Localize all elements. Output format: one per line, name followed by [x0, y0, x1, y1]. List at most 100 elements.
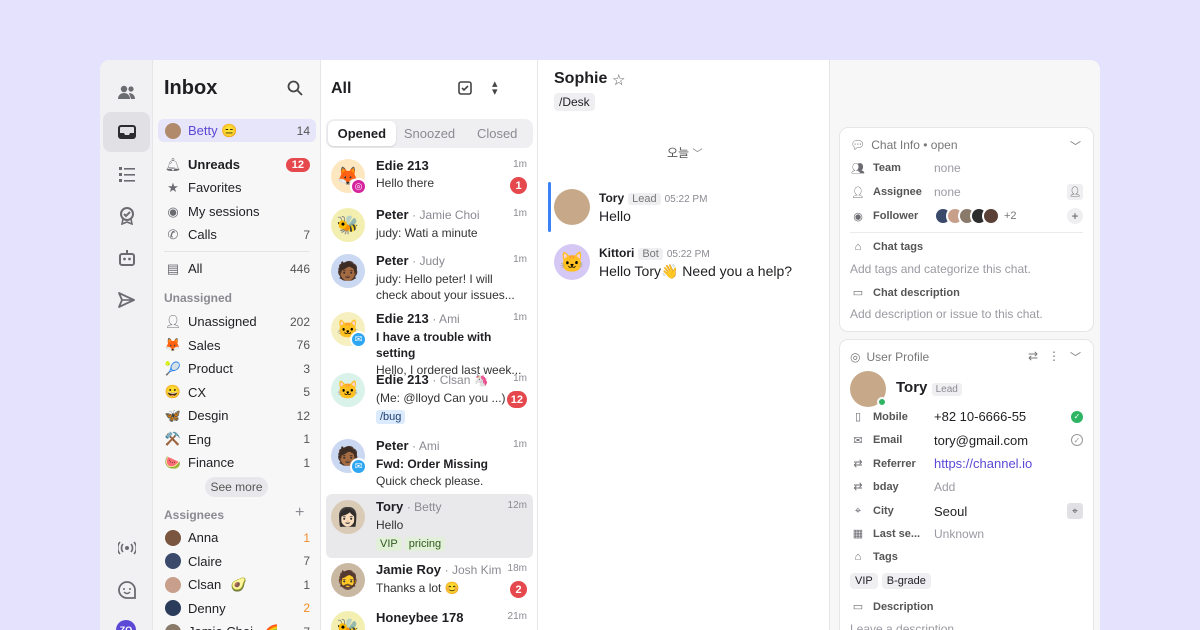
profile-row-bday[interactable]: ⇄ bday Add [850, 480, 1083, 494]
sidebar-item-label: Unreads [188, 157, 241, 172]
sidebar-item-group[interactable]: 👤︎ Unassigned 202 [158, 310, 316, 333]
tab-snoozed[interactable]: Snoozed [396, 121, 464, 146]
follower-row[interactable]: ◉ Follower +2 + [850, 207, 1083, 225]
conversation-item[interactable]: 🐝 Peter · Jamie Choi 1m judy: Wati a minute [326, 202, 533, 246]
conversation-preview: judy: Hello peter! I will check about yo… [376, 272, 515, 302]
inbox-sidebar: Inbox Betty 😑 14 🔔︎ Unreads 12 ★ Favorit… [153, 60, 321, 630]
sidebar-item-group[interactable]: 🦊 Sales 76 [158, 334, 316, 357]
send-icon[interactable] [103, 280, 150, 320]
conversation-assignee: · Betty [406, 500, 442, 514]
chevron-down-icon[interactable]: ﹀ [1070, 138, 1081, 154]
sidebar-item-group[interactable]: ⚒️ Eng 1 [158, 428, 316, 451]
sidebar-item-assignee[interactable]: Anna 1 [158, 526, 316, 549]
follower-avatar [982, 207, 1000, 225]
tab-closed[interactable]: Closed [463, 121, 531, 146]
conversation-time: 1m [513, 159, 527, 170]
profile-row-lastse[interactable]: ▦ Last se... Unknown [850, 527, 1083, 541]
conversation-item[interactable]: 🧑🏾 ✉ Peter · Ami 1m Fwd: Order Missing Quick … [326, 433, 533, 491]
sidebar-item-count: 3 [303, 361, 310, 376]
avatar: 🐱 [331, 373, 365, 407]
profile-row-referrer[interactable]: ⇄ Referrer https://channel.io [850, 456, 1083, 471]
field-label: City [873, 505, 894, 517]
sidebar-item-assignee[interactable]: Claire 7 [158, 550, 316, 573]
inbox-icon[interactable] [103, 112, 150, 152]
sidebar-item-group[interactable]: 😀 CX 5 [158, 381, 316, 404]
date-divider[interactable]: 오늘 ﹀ [667, 144, 702, 161]
chat-tags-input[interactable]: Add tags and categorize this chat. [850, 262, 1031, 276]
star-icon[interactable]: ☆ [612, 71, 625, 89]
sidebar-item-group[interactable]: 🎾 Product 3 [158, 357, 316, 380]
chat-info-icon: 💬︎ [850, 138, 866, 152]
badge-check-icon[interactable] [103, 196, 150, 236]
bot-icon[interactable] [103, 238, 150, 278]
chat-panel: Sophie ☆ /Desk 오늘 ﹀ Tory Lead 05:22 PM Hel… [538, 60, 830, 630]
conversation-item[interactable]: 🦊 ◎ Edie 213 1m Hello there 1 [326, 153, 533, 199]
conversation-item[interactable]: 🧑🏾 Peter · Judy 1m judy: Hello peter! I wil… [326, 248, 533, 304]
desk-tag[interactable]: /Desk [554, 93, 595, 111]
conversation-name: Peter [376, 207, 409, 222]
chevron-down-icon[interactable]: ﹀ [1070, 349, 1081, 365]
sidebar-item-calls[interactable]: ✆ Calls 7 [158, 223, 316, 246]
select-checkbox-icon[interactable] [458, 81, 472, 100]
sidebar-item-assignee[interactable]: Denny 2 [158, 597, 316, 620]
sidebar-item-favorites[interactable]: ★ Favorites [158, 176, 316, 199]
profile-row-email[interactable]: ✉ Email tory@gmail.com ✓ [850, 433, 1083, 448]
sort-icon[interactable]: ▴ ▾ [492, 79, 498, 98]
unread-marker [548, 182, 551, 232]
assign-user-icon[interactable]: 👤︎ [1067, 184, 1083, 200]
phone-icon: ✆ [167, 226, 179, 242]
sidebar-item-label: Sales [188, 337, 221, 353]
field-label: Last se... [873, 527, 921, 540]
list-icon[interactable] [103, 154, 150, 194]
help-chat-icon[interactable] [103, 570, 150, 610]
card-header: User Profile [866, 350, 930, 364]
assignees-section-header: Assignees [164, 508, 225, 522]
broadcast-icon[interactable] [103, 528, 150, 568]
conversation-preview: Fwd: Order Missing [376, 457, 489, 471]
sidebar-item-assignee[interactable]: Jamie Choi 🌈 7 [158, 620, 316, 630]
sender-type-badge: Lead [628, 193, 661, 205]
unread-count-badge: 12 [506, 391, 527, 408]
conversation-assignee: · Judy [412, 254, 445, 268]
tab-opened[interactable]: Opened [328, 121, 396, 146]
sidebar-item-my-inbox[interactable]: Betty 😑 14 [158, 119, 316, 142]
conversation-item[interactable]: 🧔 Jamie Roy · Josh Kim 18m Thanks a lot 😊 2 [326, 557, 533, 603]
contacts-icon[interactable] [103, 72, 150, 112]
conversation-item[interactable]: 🐱 Edie 213 · Clsan 🦄 1m (Me: @lloyd Can you… [326, 367, 533, 431]
profile-row-mobile[interactable]: ▯ Mobile +82 10-6666-55 ✓ [850, 409, 1083, 424]
field-value[interactable]: https://channel.io [934, 456, 1083, 471]
add-follower-icon[interactable]: + [1067, 208, 1083, 224]
field-value: Unknown [934, 526, 985, 541]
sidebar-item-unreads[interactable]: 🔔︎ Unreads 12 [158, 153, 316, 176]
conversation-item[interactable]: 👩🏻 Tory · Betty 12m Hello VIP pricing [326, 494, 533, 558]
team-row[interactable]: 👥︎ Team none [850, 161, 1083, 175]
sender-type-badge: Bot [638, 248, 663, 260]
sidebar-item-my-sessions[interactable]: ◉ My sessions [158, 200, 316, 223]
tag-chip[interactable]: VIP [850, 573, 878, 589]
user-avatar[interactable]: ZO [116, 620, 136, 630]
follower-more-count: +2 [1004, 210, 1017, 222]
sidebar-item-all[interactable]: ▤ All 446 [158, 257, 316, 280]
referrer-icon: ⇄ [853, 458, 863, 470]
assignee-row[interactable]: 👤︎ Assignee none 👤︎ [850, 184, 1083, 200]
user-profile-card: ◎ User Profile ⇄ ⋮ ﹀ Tory Lead ▯ Mobile +82 1… [840, 340, 1093, 630]
add-assignee-icon[interactable]: + [295, 504, 304, 522]
map-pin-icon[interactable]: ⌖ [1067, 503, 1083, 519]
chat-description-input[interactable]: Add description or issue to this chat. [850, 307, 1043, 321]
see-more-button[interactable]: See more [205, 477, 268, 497]
sidebar-item-count: 446 [289, 261, 310, 276]
sidebar-item-label: Calls [188, 227, 217, 242]
sidebar-item-group[interactable]: 🍉 Finance 1 [158, 451, 316, 474]
description-input[interactable]: Leave a description [850, 622, 954, 630]
conversation-item[interactable]: 🐱 ✉ Edie 213 · Ami 1m I have a trouble with … [326, 306, 533, 377]
tag-chip: VIP [376, 537, 402, 551]
swap-icon[interactable]: ⇄ [1028, 349, 1038, 365]
search-icon[interactable] [287, 80, 303, 99]
more-vertical-icon[interactable]: ⋮ [1048, 349, 1060, 365]
profile-row-city[interactable]: ⌖ City Seoul ⌖ [850, 503, 1083, 519]
conversation-item[interactable]: 🐝 Honeybee 178 21m [326, 605, 533, 630]
sidebar-item-assignee[interactable]: Clsan 🥑 1 [158, 573, 316, 596]
tag-chip[interactable]: B-grade [881, 573, 931, 589]
sidebar-item-group[interactable]: 🦋 Desgin 12 [158, 404, 316, 427]
conversation-time: 1m [513, 439, 527, 450]
